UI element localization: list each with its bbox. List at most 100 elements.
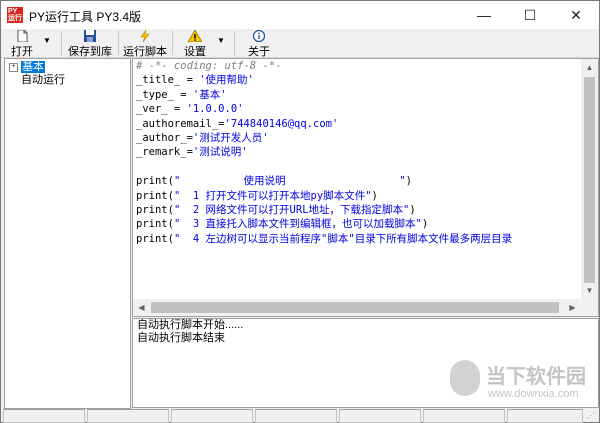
- settings-button[interactable]: 设置: [175, 29, 215, 58]
- save-to-library-button[interactable]: 保存到库: [65, 29, 115, 58]
- status-panel: [87, 409, 169, 423]
- code-string: '测试开发人员': [192, 131, 269, 144]
- app-logo-text-top: PY: [8, 8, 18, 15]
- code-token: print(: [136, 175, 174, 188]
- code-string: " 4 左边树可以显示当前程序"脚本"目录下所有脚本文件最多两层目录: [173, 232, 513, 245]
- code-token: ): [405, 175, 412, 188]
- main-window: PY 运行 PY运行工具 PY3.4版 — ☐ ✕ 打开 ▼ 保存到库 运行脚本…: [0, 0, 600, 423]
- run-script-label: 运行脚本: [123, 46, 167, 58]
- status-panel: [339, 409, 421, 423]
- vertical-scrollbar[interactable]: ▲ ▼: [581, 59, 598, 299]
- code-line: print(" 4 左边树可以显示当前程序"脚本"目录下所有脚本文件最多两层目录: [136, 232, 512, 246]
- status-panel: [255, 409, 337, 423]
- watermark-logo-icon: [450, 360, 480, 396]
- title-bar[interactable]: PY 运行 PY运行工具 PY3.4版 — ☐ ✕: [1, 1, 599, 29]
- watermark: 当下软件园 www.downxia.com: [446, 358, 596, 408]
- toolbar-divider: [234, 31, 235, 55]
- code-token: print(: [136, 232, 174, 245]
- open-label: 打开: [11, 46, 33, 58]
- toolbar-divider: [172, 31, 173, 55]
- tree-item-auto-run[interactable]: 自动运行: [21, 73, 65, 87]
- lightning-icon: [140, 30, 150, 42]
- close-button[interactable]: ✕: [553, 1, 599, 29]
- code-token: ): [409, 203, 416, 216]
- resize-grip-icon[interactable]: ⋰: [587, 411, 597, 421]
- code-token: _remark_=: [136, 146, 193, 159]
- warning-icon: [188, 30, 202, 42]
- code-token: _ver_ =: [136, 103, 187, 116]
- tree-item-label: 基本: [21, 61, 46, 73]
- code-line: print(" 2 网络文件可以打开URL地址，下载指定脚本"): [136, 203, 512, 217]
- tree-item-label: 自动运行: [21, 74, 65, 86]
- code-token: print(: [136, 218, 174, 231]
- code-string: '使用帮助': [199, 74, 254, 87]
- code-line: _ver_ = '1.0.0.0': [136, 102, 512, 116]
- open-button[interactable]: 打开: [3, 29, 41, 58]
- open-dropdown-button[interactable]: ▼: [41, 29, 55, 57]
- scroll-down-arrow-icon[interactable]: ▼: [581, 282, 598, 299]
- code-line: _remark_='测试说明': [136, 145, 512, 159]
- run-script-button[interactable]: 运行脚本: [121, 29, 169, 58]
- code-line: _type_ = '基本': [136, 88, 512, 102]
- status-panel: [3, 409, 85, 423]
- tree-item-basic[interactable]: + 基本: [9, 60, 46, 74]
- code-line: _authoremail_='744840146@qq.com': [136, 117, 512, 131]
- maximize-button[interactable]: ☐: [507, 1, 553, 29]
- code-token: _type_ =: [136, 88, 193, 101]
- toolbar-divider: [61, 31, 62, 55]
- code-line: print(" 使用说明 "): [136, 174, 512, 188]
- toolbar: 打开 ▼ 保存到库 运行脚本 设置 ▼ 关于: [1, 29, 599, 58]
- info-icon: [252, 30, 266, 42]
- code-string: " 3 直接托入脚本文件到编辑框，也可以加载脚本": [173, 218, 422, 231]
- horizontal-scroll-thumb[interactable]: [151, 302, 559, 313]
- status-bar: ⋰: [1, 409, 599, 423]
- code-line: _author_='测试开发人员': [136, 131, 512, 145]
- horizontal-scrollbar[interactable]: ◀ ▶: [133, 299, 598, 316]
- code-comment: # -*- coding: utf-8 -*-: [136, 60, 282, 72]
- scroll-right-arrow-icon[interactable]: ▶: [564, 299, 581, 316]
- scroll-left-arrow-icon[interactable]: ◀: [133, 299, 150, 316]
- code-string: '744840146@qq.com': [224, 117, 339, 130]
- code-string: " 2 网络文件可以打开URL地址，下载指定脚本": [173, 203, 410, 216]
- watermark-url: www.downxia.com: [488, 388, 579, 400]
- vertical-scroll-thumb[interactable]: [584, 77, 595, 283]
- chevron-down-icon: ▼: [217, 36, 225, 45]
- code-line: print(" 1 打开文件可以打开本地py脚本文件"): [136, 189, 512, 203]
- log-line: 自动执行脚本开始......: [137, 319, 244, 331]
- app-logo-icon: PY 运行: [7, 7, 23, 23]
- watermark-title: 当下软件园: [486, 366, 586, 388]
- code-string: '基本': [192, 88, 227, 101]
- code-token: ): [371, 189, 378, 202]
- code-token: print(: [136, 203, 174, 216]
- chevron-down-icon: ▼: [43, 36, 51, 45]
- window-title: PY运行工具 PY3.4版: [29, 10, 142, 24]
- code-editor[interactable]: # -*- coding: utf-8 -*- _title_ = '使用帮助' _…: [132, 58, 599, 317]
- code-token: _authoremail_=: [136, 117, 225, 130]
- status-panel: [507, 409, 583, 423]
- code-token: _author_=: [136, 131, 193, 144]
- about-button[interactable]: 关于: [239, 29, 279, 58]
- about-label: 关于: [248, 46, 270, 58]
- save-label: 保存到库: [68, 46, 112, 58]
- code-line: # -*- coding: utf-8 -*-: [136, 59, 512, 73]
- expand-icon[interactable]: +: [9, 62, 18, 72]
- code-line: _title_ = '使用帮助': [136, 73, 512, 87]
- toolbar-divider: [118, 31, 119, 55]
- code-string: '测试说明': [192, 146, 248, 159]
- log-line: 自动执行脚本结束: [137, 332, 225, 344]
- status-panel: [171, 409, 253, 423]
- code-text[interactable]: # -*- coding: utf-8 -*- _title_ = '使用帮助' _…: [136, 59, 512, 246]
- code-string: " 使用说明 ": [173, 175, 406, 188]
- minimize-button[interactable]: —: [461, 1, 507, 29]
- code-token: _title_ =: [136, 74, 200, 87]
- code-line: print(" 3 直接托入脚本文件到编辑框，也可以加载脚本"): [136, 217, 512, 231]
- code-string: '1.0.0.0': [186, 103, 244, 116]
- settings-dropdown-button[interactable]: ▼: [215, 29, 229, 57]
- settings-label: 设置: [184, 46, 206, 58]
- script-tree[interactable]: + 基本 自动运行: [4, 58, 131, 409]
- code-token: ): [421, 218, 429, 231]
- scroll-up-arrow-icon[interactable]: ▲: [581, 59, 598, 76]
- code-token: print(: [136, 189, 174, 202]
- save-disk-icon: [84, 30, 96, 42]
